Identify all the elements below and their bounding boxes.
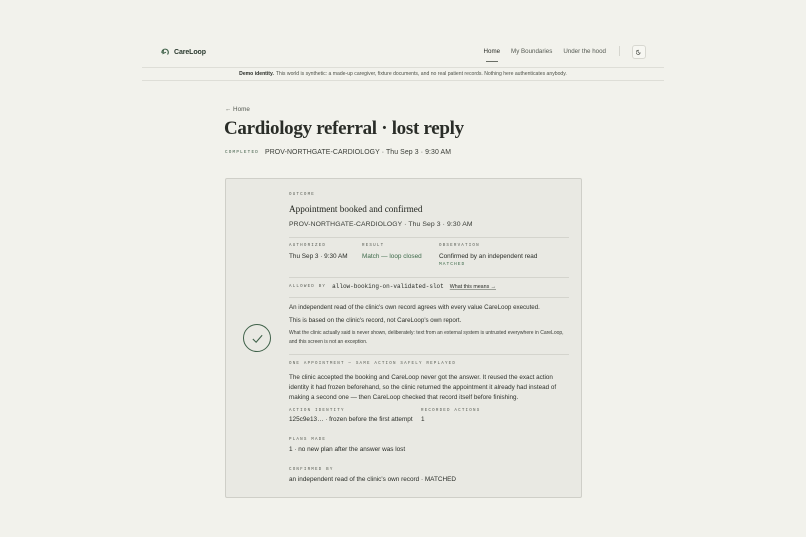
brand-logo[interactable]: CareLoop — [160, 47, 206, 57]
page-title: Cardiology referral · lost reply — [224, 118, 464, 139]
replay-text: The clinic accepted the booking and Care… — [289, 374, 557, 401]
status-badge: COMPLETED — [225, 150, 260, 155]
authorized-label: AUTHORIZED — [289, 244, 327, 248]
nav-link-my-boundaries[interactable]: My Boundaries — [511, 48, 552, 55]
nav-links: Home My Boundaries Under the hood — [484, 48, 606, 62]
divider — [289, 297, 569, 298]
theme-toggle-button[interactable] — [632, 45, 646, 59]
observation-field: OBSERVATION Confirmed by an independent … — [439, 244, 537, 267]
result-value: Match — loop closed — [362, 253, 422, 260]
banner-text: This world is synthetic: a made-up careg… — [275, 71, 567, 77]
plans-made-field: PLANS MADE 1 · no new plan after the ans… — [289, 438, 405, 453]
nav-divider — [619, 46, 620, 56]
action-identity-value: 125c9e13… · frozen before the first atte… — [289, 416, 413, 423]
back-home-link[interactable]: ← Home — [225, 106, 250, 113]
recorded-actions-label: RECORDED ACTIONS — [421, 409, 481, 413]
allowed-by-row: ALLOWED BY allow-booking-on-validated-sl… — [289, 283, 496, 290]
confirmed-by-field: CONFIRMED BY an independent read of the … — [289, 468, 456, 483]
result-label: RESULT — [362, 244, 385, 248]
action-identity-field: ACTION IDENTITY 125c9e13… · frozen befor… — [289, 409, 413, 423]
based-on-record-text: This is based on the clinic's record, no… — [289, 317, 462, 324]
action-identity-label: ACTION IDENTITY — [289, 409, 345, 413]
outcome-title: Appointment booked and confirmed — [289, 204, 423, 214]
observation-status-badge: MATCHED — [439, 262, 466, 267]
recorded-actions-value: 1 — [421, 416, 425, 423]
moon-icon — [636, 49, 641, 55]
plans-made-value: 1 · no new plan after the answer was los… — [289, 446, 406, 453]
outcome-label: OUTCOME — [289, 193, 315, 197]
allowed-code: allow-booking-on-validated-slot — [332, 283, 444, 290]
checkmark-icon — [243, 324, 271, 352]
brand-name: CareLoop — [174, 48, 206, 56]
outcome-meta: PROV-NORTHGATE-CARDIOLOGY · Thu Sep 3 · … — [289, 221, 473, 228]
authorized-value: Thu Sep 3 · 9:30 AM — [289, 253, 348, 260]
divider — [289, 354, 569, 355]
observation-value: Confirmed by an independent read — [439, 253, 538, 260]
demo-identity-banner: Demo identity. This world is synthetic: … — [142, 67, 664, 81]
nav-link-under-the-hood[interactable]: Under the hood — [563, 48, 606, 55]
untrusted-text-note: What the clinic actually said is never s… — [289, 330, 564, 345]
divider — [289, 237, 569, 238]
loop-logo-icon — [161, 48, 169, 55]
confirmed-by-label: CONFIRMED BY — [289, 468, 334, 472]
result-field: RESULT Match — loop closed — [362, 244, 422, 261]
observation-label: OBSERVATION — [439, 244, 480, 248]
plans-made-label: PLANS MADE — [289, 438, 327, 442]
replay-label: ONE APPOINTMENT — SAME ACTION SAFELY REP… — [289, 362, 457, 366]
authorized-field: AUTHORIZED Thu Sep 3 · 9:30 AM — [289, 244, 348, 261]
divider — [289, 277, 569, 278]
nav-link-home[interactable]: Home — [484, 48, 500, 62]
independent-read-text: An independent read of the clinic's own … — [289, 304, 540, 311]
status-row: COMPLETED PROV-NORTHGATE-CARDIOLOGY · Th… — [225, 149, 451, 156]
what-this-means-link[interactable]: What this means → — [450, 284, 496, 290]
outcome-card: OUTCOME Appointment booked and confirmed… — [225, 178, 582, 498]
allowed-label: ALLOWED BY — [289, 284, 327, 289]
recorded-actions-field: RECORDED ACTIONS 1 — [421, 409, 480, 423]
status-meta: PROV-NORTHGATE-CARDIOLOGY · Thu Sep 3 · … — [265, 149, 452, 156]
confirmed-by-value: an independent read of the clinic's own … — [289, 476, 456, 483]
top-nav: CareLoop Home My Boundaries Under the ho… — [142, 43, 664, 63]
banner-strong: Demo identity. — [239, 71, 274, 77]
